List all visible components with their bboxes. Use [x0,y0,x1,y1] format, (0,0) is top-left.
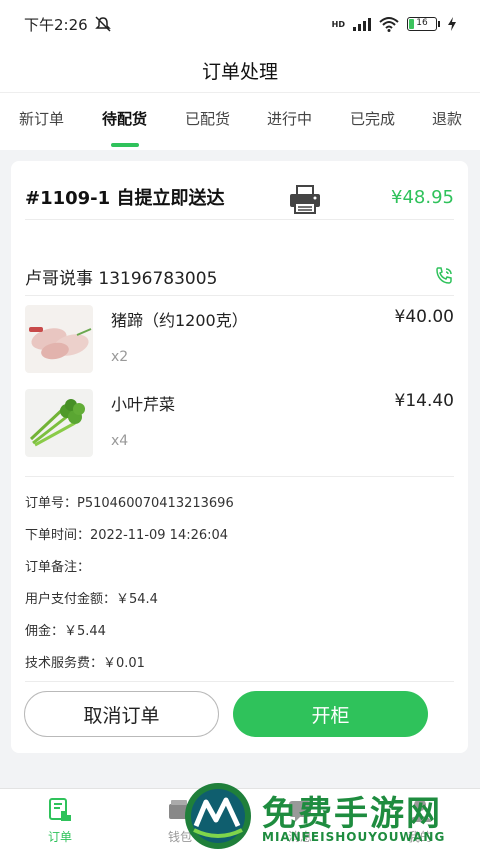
divider [25,295,454,296]
tab-label: 已配货 [185,110,231,128]
order-icon [49,798,71,821]
tab-refunds[interactable]: 退款 [432,93,462,151]
watermark-text: 免费手游网 [262,794,442,834]
order-number: 订单号：P510460070413213696 [25,496,234,511]
status-time: 下午2:26 [24,15,88,34]
nav-label: 订单 [47,830,72,844]
item-name: 小叶芹菜 [111,395,176,414]
tab-label: 新订单 [19,110,65,128]
divider [25,476,454,477]
product-image-pig-trotter [25,305,93,373]
header: 订单处理 [0,48,480,92]
open-cabinet-button[interactable]: 开柜 [233,691,428,737]
divider [25,681,454,682]
cancel-order-button[interactable]: 取消订单 [24,691,219,737]
product-image-celery [25,389,93,457]
item-price: ¥40.00 [394,307,454,327]
tab-distributed[interactable]: 已配货 [185,93,230,151]
status-bar: 下午2:26 HD 16 [0,0,480,48]
battery-level: 16 [416,18,428,28]
tab-in-progress[interactable]: 进行中 [267,93,312,151]
order-status-tabs: 新订单 待配货 已配货 进行中 已完成 退款 [0,92,480,150]
order-title: #1109-1 自提立即送达 [25,188,225,209]
tab-label: 进行中 [267,110,313,128]
tab-label: 退款 [432,110,463,128]
mute-icon [94,16,111,32]
network-type-label: HD [331,19,345,29]
tab-label: 待配货 [102,110,148,128]
charging-icon [448,17,456,31]
signal-icon [353,17,371,31]
service-fee: 技术服务费：￥0.01 [25,656,145,671]
item-quantity: x2 [111,349,129,365]
customer-row: 卢哥说事 13196783005 [25,261,454,291]
battery-icon: 16 [407,17,440,31]
tab-new-orders[interactable]: 新订单 [19,93,64,151]
watermark-logo [185,783,251,849]
tab-label: 已完成 [350,110,396,128]
order-item: 猪蹄（约1200克） x2 ¥40.00 [25,305,454,375]
phone-icon[interactable] [434,266,454,286]
tab-pending-distribution[interactable]: 待配货 [102,93,147,151]
order-time: 下单时间：2022-11-09 14:26:04 [25,528,229,543]
watermark: 免费手游网 MIANFEISHOUYOUWANG [182,780,480,853]
watermark-subtext: MIANFEISHOUYOUWANG [262,830,446,844]
user-payment-amount: 用户支付金额：￥54.4 [25,592,158,607]
order-header: #1109-1 自提立即送达 ¥48.95 [25,175,454,219]
order-card: #1109-1 自提立即送达 ¥48.95 卢哥说事 13196783005 猪… [11,161,468,753]
item-quantity: x4 [111,433,129,449]
tab-completed[interactable]: 已完成 [350,93,395,151]
wifi-icon [379,17,399,32]
order-item: 小叶芹菜 x4 ¥14.40 [25,389,454,459]
page-title: 订单处理 [201,60,278,83]
printer-icon[interactable] [289,185,321,215]
item-name: 猪蹄（约1200克） [111,311,248,330]
divider [25,219,454,220]
nav-orders[interactable]: 订单 [12,789,108,853]
order-remark: 订单备注： [25,560,91,575]
commission: 佣金：￥5.44 [25,624,106,639]
order-total: ¥48.95 [391,186,454,208]
item-price: ¥14.40 [394,391,454,411]
active-tab-indicator [110,143,139,147]
customer-contact: 卢哥说事 13196783005 [25,268,218,289]
